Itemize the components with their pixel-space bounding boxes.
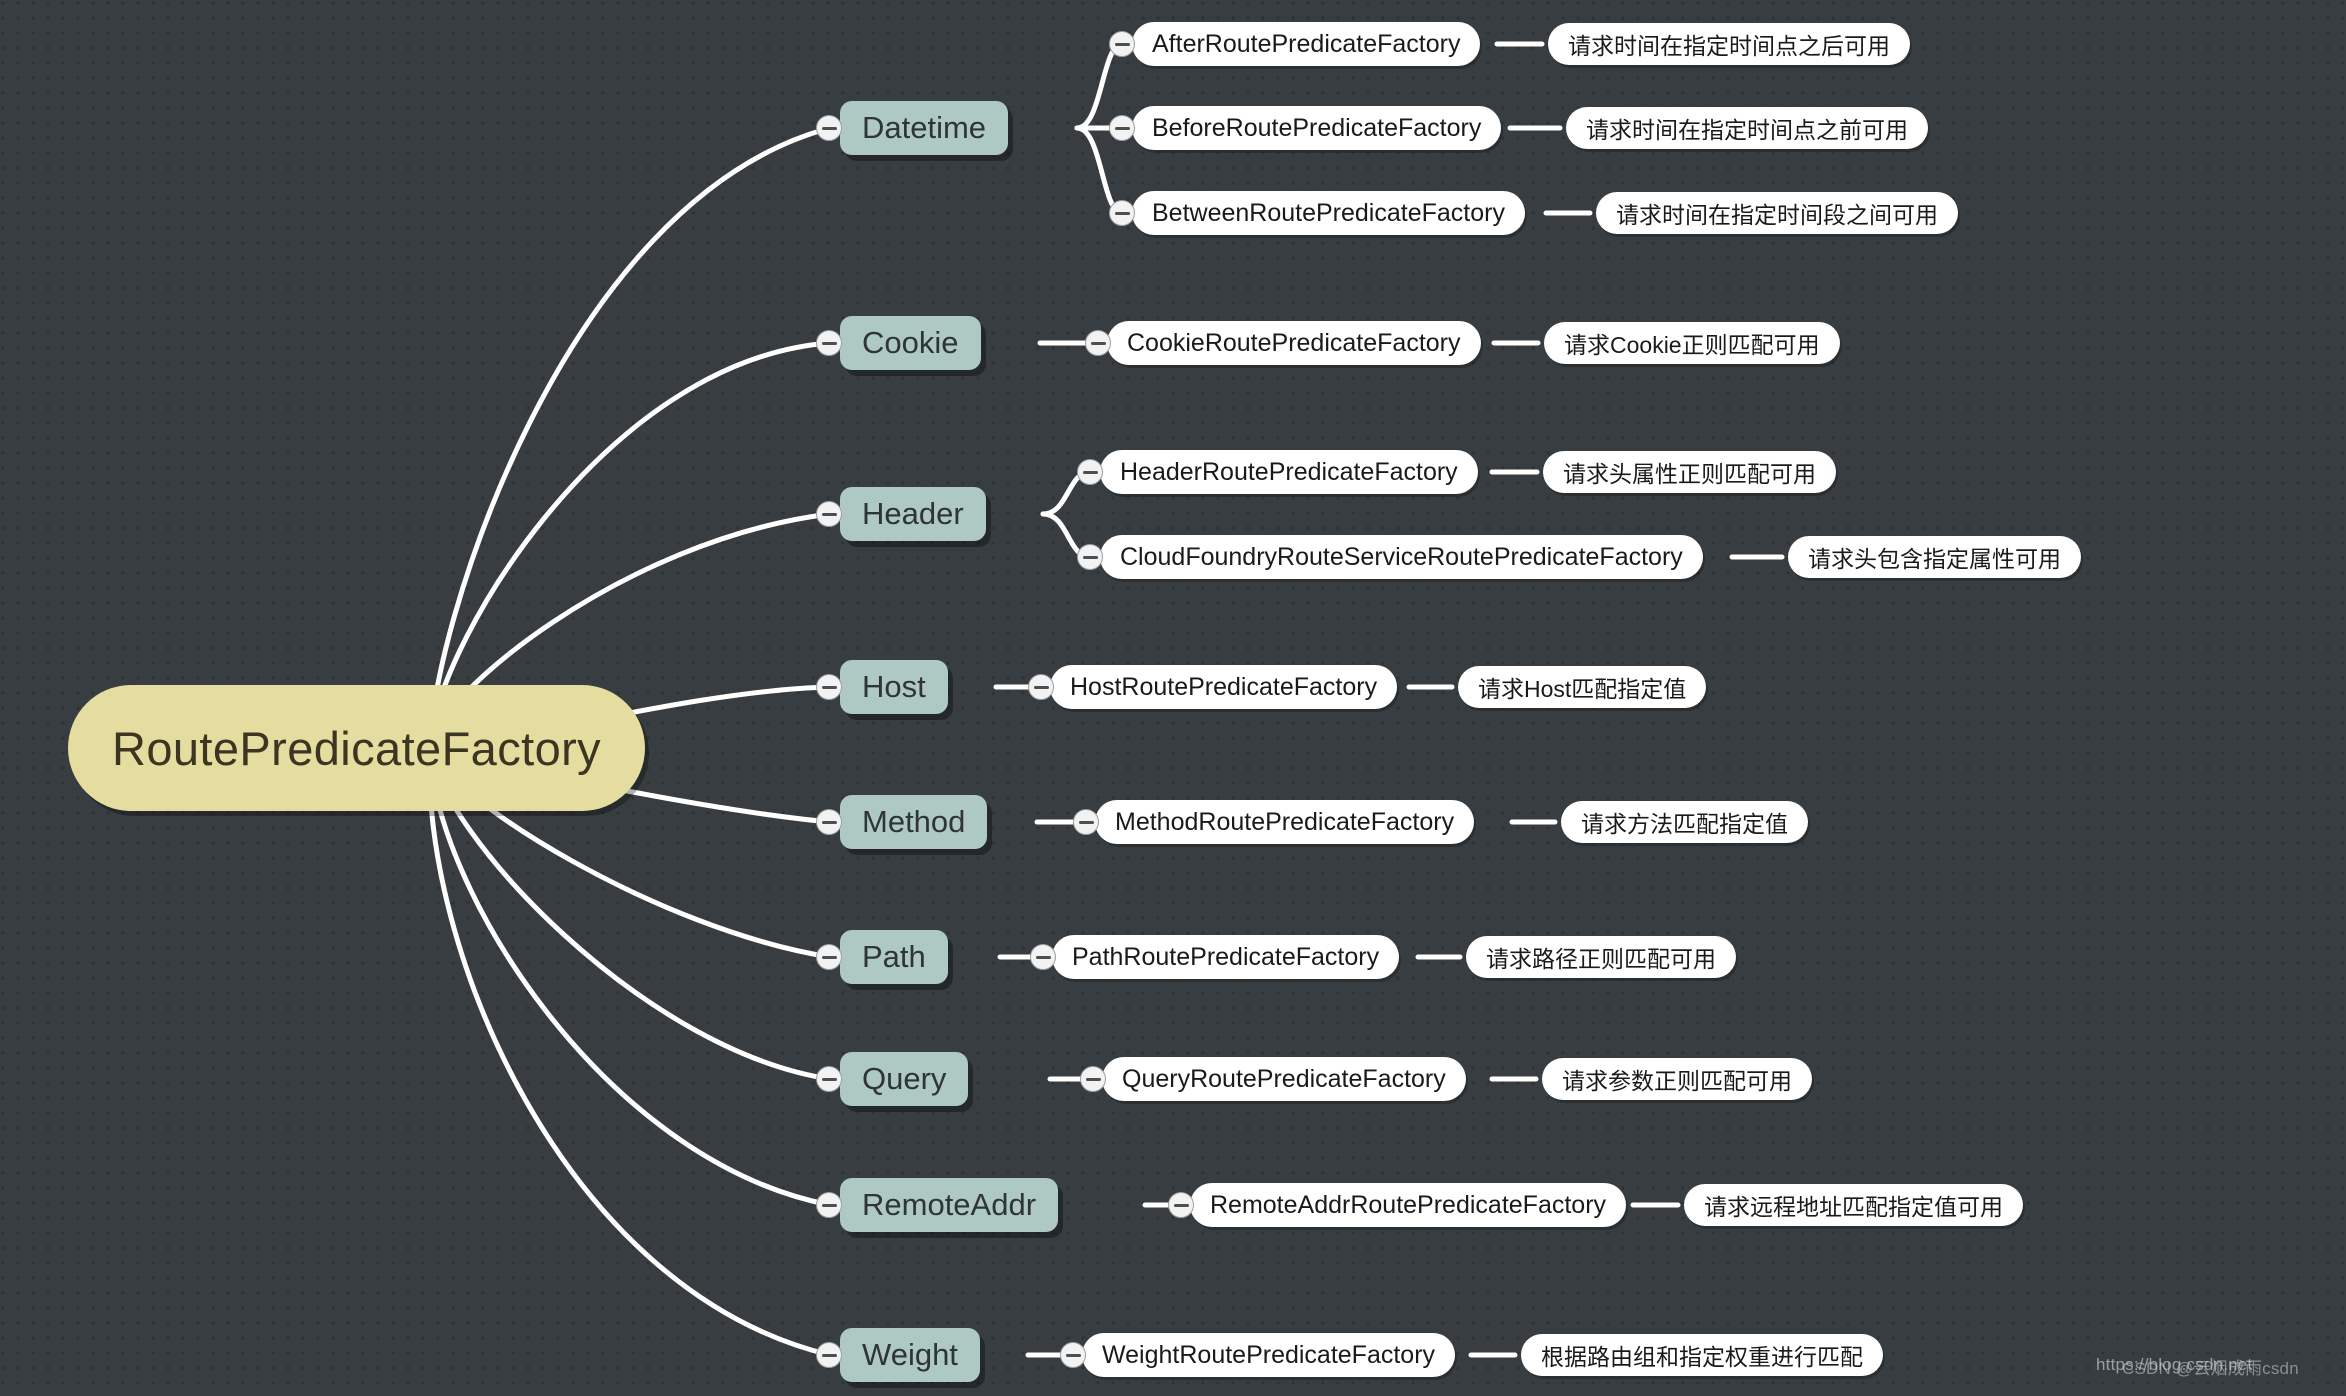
desc-node-cloudfoundry[interactable]: 请求头包含指定属性可用 — [1788, 536, 2081, 578]
branch-label: Header — [862, 496, 964, 531]
root-node-label: RoutePredicateFactory — [112, 721, 602, 775]
collapse-icon-host[interactable] — [816, 674, 842, 700]
collapse-icon-cookie[interactable] — [816, 330, 842, 356]
desc-label: 请求远程地址匹配指定值可用 — [1704, 1194, 2003, 1220]
leaf-node-remoteaddr[interactable]: RemoteAddrRoutePredicateFactory — [1190, 1183, 1627, 1227]
collapse-icon-datetime[interactable] — [816, 115, 842, 141]
leaf-label: CookieRoutePredicateFactory — [1127, 328, 1461, 357]
branch-node-cookie[interactable]: Cookie — [840, 316, 981, 370]
collapse-icon-before[interactable] — [1109, 115, 1135, 141]
branch-node-path[interactable]: Path — [840, 930, 948, 984]
branch-label: Path — [862, 939, 926, 974]
leaf-node-method[interactable]: MethodRoutePredicateFactory — [1095, 800, 1475, 844]
desc-label: 请求路径正则匹配可用 — [1486, 946, 1716, 972]
leaf-node-after[interactable]: AfterRoutePredicateFactory — [1132, 22, 1481, 66]
leaf-node-between[interactable]: BetweenRoutePredicateFactory — [1132, 191, 1525, 235]
desc-label: 请求Host匹配指定值 — [1478, 676, 1687, 702]
collapse-icon-cookiefac[interactable] — [1085, 330, 1111, 356]
collapse-icon-remotefac[interactable] — [1168, 1192, 1194, 1218]
desc-node-cookie[interactable]: 请求Cookie正则匹配可用 — [1544, 322, 1840, 364]
collapse-icon-method[interactable] — [816, 809, 842, 835]
collapse-icon-cloudfoundry[interactable] — [1077, 544, 1103, 570]
collapse-icon-header[interactable] — [816, 501, 842, 527]
desc-label: 请求Cookie正则匹配可用 — [1564, 332, 1820, 358]
leaf-label: AfterRoutePredicateFactory — [1152, 29, 1461, 58]
leaf-node-cookie[interactable]: CookieRoutePredicateFactory — [1107, 321, 1481, 365]
collapse-icon-query[interactable] — [816, 1066, 842, 1092]
collapse-icon-pathfac[interactable] — [1030, 944, 1056, 970]
branch-label: Weight — [862, 1337, 958, 1372]
desc-node-host[interactable]: 请求Host匹配指定值 — [1458, 666, 1707, 708]
desc-label: 请求方法匹配指定值 — [1581, 811, 1788, 837]
leaf-label: WeightRoutePredicateFactory — [1102, 1340, 1436, 1369]
desc-node-after[interactable]: 请求时间在指定时间点之后可用 — [1548, 23, 1910, 65]
branch-node-host[interactable]: Host — [840, 660, 948, 714]
collapse-icon-queryfac[interactable] — [1080, 1066, 1106, 1092]
branch-node-method[interactable]: Method — [840, 795, 988, 849]
leaf-label: BeforeRoutePredicateFactory — [1152, 113, 1482, 142]
leaf-label: HeaderRoutePredicateFactory — [1120, 457, 1458, 486]
desc-label: 请求头包含指定属性可用 — [1808, 546, 2061, 572]
desc-node-remoteaddr[interactable]: 请求远程地址匹配指定值可用 — [1684, 1184, 2023, 1226]
leaf-node-weight[interactable]: WeightRoutePredicateFactory — [1082, 1333, 1456, 1377]
root-node[interactable]: RoutePredicateFactory — [68, 685, 646, 811]
leaf-label: QueryRoutePredicateFactory — [1122, 1064, 1446, 1093]
leaf-label: CloudFoundryRouteServiceRoutePredicateFa… — [1120, 542, 1683, 571]
watermark-author: CSDN @云烟成雨csdn — [2122, 1359, 2299, 1378]
desc-node-header[interactable]: 请求头属性正则匹配可用 — [1543, 451, 1836, 493]
collapse-icon-methodfac[interactable] — [1073, 809, 1099, 835]
branch-node-remoteaddr[interactable]: RemoteAddr — [840, 1178, 1059, 1232]
collapse-icon-remoteaddr[interactable] — [816, 1192, 842, 1218]
desc-node-weight[interactable]: 根据路由组和指定权重进行匹配 — [1521, 1334, 1883, 1376]
branch-node-weight[interactable]: Weight — [840, 1328, 980, 1382]
leaf-label: MethodRoutePredicateFactory — [1115, 807, 1455, 836]
desc-node-before[interactable]: 请求时间在指定时间点之前可用 — [1566, 107, 1928, 149]
branch-node-header[interactable]: Header — [840, 487, 986, 541]
branch-label: Host — [862, 669, 926, 704]
desc-node-method[interactable]: 请求方法匹配指定值 — [1561, 801, 1808, 843]
leaf-node-host[interactable]: HostRoutePredicateFactory — [1050, 665, 1398, 709]
leaf-node-path[interactable]: PathRoutePredicateFactory — [1052, 935, 1400, 979]
branch-label: Method — [862, 804, 966, 839]
branch-label: RemoteAddr — [862, 1187, 1037, 1222]
mindmap-canvas: RoutePredicateFactory Datetime Cookie He… — [0, 0, 2346, 1396]
leaf-label: PathRoutePredicateFactory — [1072, 942, 1380, 971]
branch-label: Cookie — [862, 325, 959, 360]
desc-label: 请求时间在指定时间段之间可用 — [1616, 202, 1938, 228]
desc-label: 请求时间在指定时间点之前可用 — [1586, 117, 1908, 143]
leaf-node-header[interactable]: HeaderRoutePredicateFactory — [1100, 450, 1478, 494]
collapse-icon-weight[interactable] — [816, 1342, 842, 1368]
leaf-label: RemoteAddrRoutePredicateFactory — [1210, 1190, 1607, 1219]
branch-label: Datetime — [862, 110, 987, 145]
desc-label: 根据路由组和指定权重进行匹配 — [1541, 1344, 1863, 1370]
leaf-label: HostRoutePredicateFactory — [1070, 672, 1378, 701]
leaf-node-cloudfoundry[interactable]: CloudFoundryRouteServiceRoutePredicateFa… — [1100, 535, 1703, 579]
collapse-icon-headerfac[interactable] — [1077, 459, 1103, 485]
leaf-label: BetweenRoutePredicateFactory — [1152, 198, 1505, 227]
branch-label: Query — [862, 1061, 947, 1096]
collapse-icon-between[interactable] — [1109, 200, 1135, 226]
branch-node-datetime[interactable]: Datetime — [840, 101, 1009, 155]
desc-node-query[interactable]: 请求参数正则匹配可用 — [1542, 1058, 1812, 1100]
desc-node-between[interactable]: 请求时间在指定时间段之间可用 — [1596, 192, 1958, 234]
desc-label: 请求头属性正则匹配可用 — [1563, 461, 1816, 487]
leaf-node-query[interactable]: QueryRoutePredicateFactory — [1102, 1057, 1466, 1101]
desc-node-path[interactable]: 请求路径正则匹配可用 — [1466, 936, 1736, 978]
collapse-icon-after[interactable] — [1109, 31, 1135, 57]
leaf-node-before[interactable]: BeforeRoutePredicateFactory — [1132, 106, 1502, 150]
branch-node-query[interactable]: Query — [840, 1052, 969, 1106]
collapse-icon-hostfac[interactable] — [1028, 674, 1054, 700]
desc-label: 请求时间在指定时间点之后可用 — [1568, 33, 1890, 59]
desc-label: 请求参数正则匹配可用 — [1562, 1068, 1792, 1094]
collapse-icon-weightfac[interactable] — [1060, 1342, 1086, 1368]
collapse-icon-path[interactable] — [816, 944, 842, 970]
